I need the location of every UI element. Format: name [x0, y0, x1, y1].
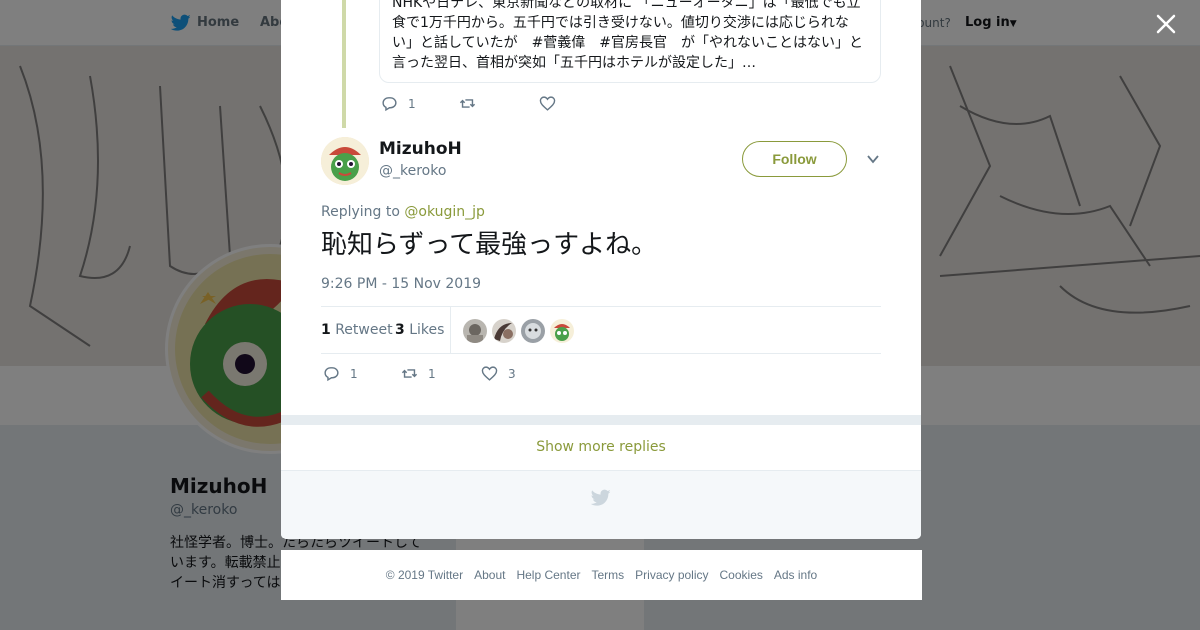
- footer-link-help-center[interactable]: Help Center: [516, 568, 580, 582]
- heart-icon: [481, 366, 498, 381]
- reply-count: 1: [408, 96, 416, 111]
- tweet-permalink-modal: NHKや日テレ、東京新聞などの取材に 「ニューオータニ」は「最低でも立食で1万千…: [281, 0, 921, 539]
- liker-avatar-image: [463, 319, 487, 343]
- reply-icon: [382, 97, 397, 112]
- liker-avatar-image: [550, 319, 574, 343]
- reply-count: 1: [350, 366, 358, 381]
- retweet-button[interactable]: [459, 95, 486, 112]
- likes-stat[interactable]: 3 Likes: [395, 322, 444, 338]
- replying-to-mention[interactable]: @okugin_jp: [404, 204, 485, 220]
- tweet-timestamp[interactable]: 9:26 PM - 15 Nov 2019: [321, 276, 481, 292]
- retweet-count: 1: [428, 366, 436, 381]
- footer-link-ads-info[interactable]: Ads info: [774, 568, 817, 582]
- twitter-bird-icon: [591, 489, 611, 506]
- replying-prefix: Replying to: [321, 204, 400, 220]
- author-handle[interactable]: @_keroko: [379, 163, 446, 179]
- modal-footer: [281, 471, 921, 539]
- author-avatar[interactable]: [321, 137, 369, 185]
- tweet-stats: 1 Retweet 3 Likes: [321, 306, 881, 354]
- retweet-button[interactable]: 1: [401, 365, 436, 382]
- close-icon[interactable]: [1154, 12, 1178, 36]
- like-button[interactable]: 3: [481, 365, 516, 382]
- liker-avatar-image: [492, 319, 516, 343]
- chevron-down-icon[interactable]: [865, 151, 881, 167]
- footer-link-cookies[interactable]: Cookies: [720, 568, 763, 582]
- stats-divider: [450, 307, 451, 354]
- liker-avatar[interactable]: [492, 319, 516, 343]
- copyright-text: © 2019 Twitter: [385, 568, 464, 582]
- author-name[interactable]: MizuhoH: [379, 139, 462, 159]
- site-footer: © 2019 Twitter About Help Center Terms P…: [281, 550, 922, 600]
- retweet-icon: [459, 99, 476, 108]
- quoted-tweet-card[interactable]: NHKや日テレ、東京新聞などの取材に 「ニューオータニ」は「最低でも立食で1万千…: [379, 0, 881, 83]
- footer-link-privacy[interactable]: Privacy policy: [635, 568, 708, 582]
- liker-avatar[interactable]: [463, 319, 487, 343]
- likes-count: 3: [395, 322, 405, 338]
- reply-button[interactable]: 1: [323, 365, 358, 382]
- tweet-text: 恥知らずって最強っすよね。: [321, 230, 658, 260]
- like-button[interactable]: [539, 95, 566, 112]
- footer-link-terms[interactable]: Terms: [591, 568, 624, 582]
- like-count: 3: [508, 366, 516, 381]
- footer-link-about[interactable]: About: [474, 568, 505, 582]
- replying-to: Replying to @okugin_jp: [321, 204, 485, 220]
- liker-avatar[interactable]: [521, 319, 545, 343]
- heart-icon: [539, 96, 556, 111]
- follow-button[interactable]: Follow: [742, 141, 847, 177]
- reply-button[interactable]: 1: [381, 95, 416, 112]
- section-separator: [281, 415, 921, 425]
- avatar-illustration: [321, 137, 369, 185]
- reply-icon: [324, 367, 339, 382]
- retweets-label: Retweet: [335, 322, 393, 338]
- liker-avatar[interactable]: [550, 319, 574, 343]
- liker-avatar-image: [521, 319, 545, 343]
- show-more-replies-link[interactable]: Show more replies: [281, 425, 921, 471]
- retweets-count: 1: [321, 322, 331, 338]
- quoted-tweet-text: NHKや日テレ、東京新聞などの取材に 「ニューオータニ」は「最低でも立食で1万千…: [392, 0, 864, 71]
- retweets-stat[interactable]: 1 Retweet: [321, 322, 393, 338]
- likes-label: Likes: [409, 322, 445, 338]
- conversation-thread-line: [342, 0, 346, 128]
- retweet-icon: [401, 369, 418, 378]
